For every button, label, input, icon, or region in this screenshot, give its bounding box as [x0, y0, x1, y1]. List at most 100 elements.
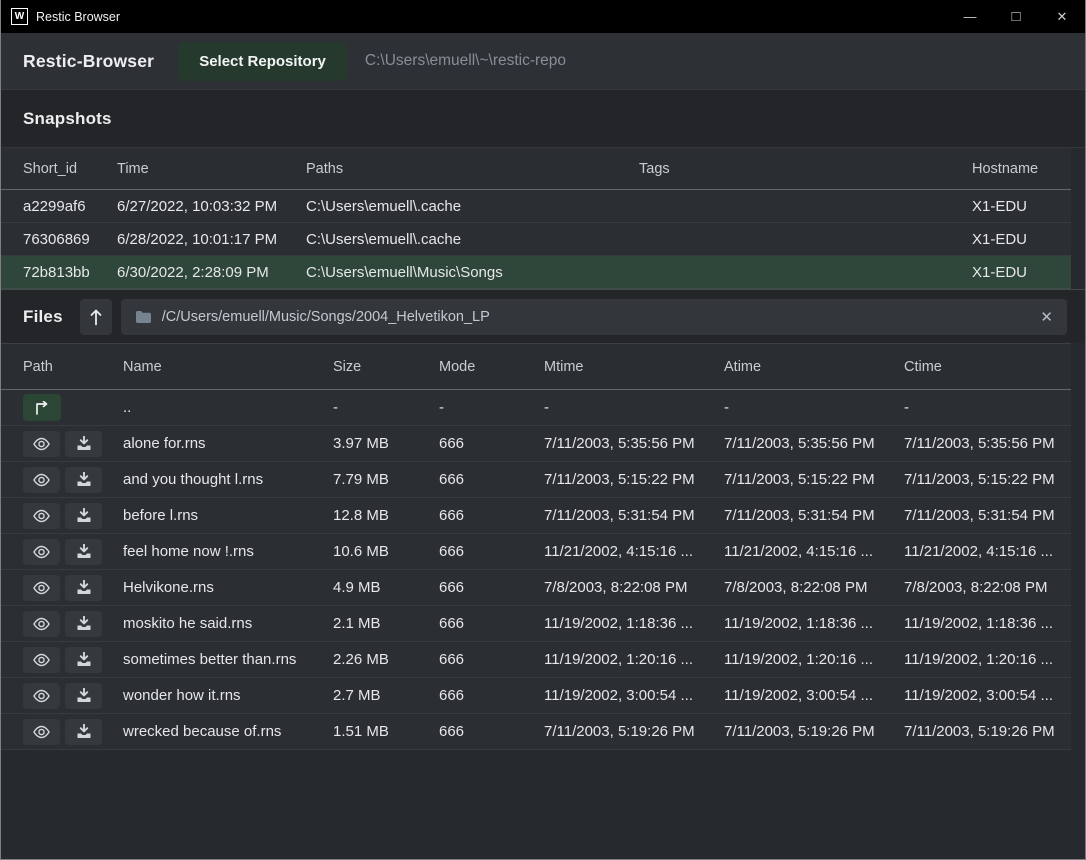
file-name: moskito he said.rns	[123, 615, 333, 632]
empty-area	[1, 750, 1085, 859]
file-mtime: 7/11/2003, 5:35:56 PM	[544, 435, 724, 452]
file-size: 2.7 MB	[333, 687, 439, 704]
eye-icon	[32, 437, 51, 451]
download-icon	[76, 580, 92, 595]
snapshot-time: 6/27/2022, 10:03:32 PM	[117, 198, 306, 215]
file-ctime: 7/11/2003, 5:35:56 PM	[904, 435, 1071, 452]
file-size: 2.26 MB	[333, 651, 439, 668]
col-header-hostname: Hostname	[972, 161, 1071, 177]
turn-right-arrow-icon	[34, 401, 51, 415]
maximize-button[interactable]: □	[993, 0, 1039, 33]
clear-path-button[interactable]: ✕	[1030, 308, 1053, 326]
file-atime: 7/11/2003, 5:15:22 PM	[724, 471, 904, 488]
snapshot-hostname: X1-EDU	[972, 264, 1071, 281]
col-header-path: Path	[1, 359, 123, 375]
download-file-button[interactable]	[65, 611, 102, 637]
preview-file-button[interactable]	[23, 539, 60, 565]
file-row[interactable]: alone for.rns 3.97 MB 666 7/11/2003, 5:3…	[1, 426, 1071, 462]
files-section-header: Files /C/Users/emuell/Music/Songs/2004_H…	[1, 289, 1085, 343]
file-ctime: 11/21/2002, 4:15:16 ...	[904, 543, 1071, 560]
preview-file-button[interactable]	[23, 611, 60, 637]
preview-file-button[interactable]	[23, 683, 60, 709]
file-name: Helvikone.rns	[123, 579, 333, 596]
snapshot-row[interactable]: 76306869 6/28/2022, 10:01:17 PM C:\Users…	[1, 223, 1071, 256]
snapshot-hostname: X1-EDU	[972, 231, 1071, 248]
download-file-button[interactable]	[65, 575, 102, 601]
file-atime: 7/11/2003, 5:31:54 PM	[724, 507, 904, 524]
download-icon	[76, 436, 92, 451]
preview-file-button[interactable]	[23, 719, 60, 745]
snapshots-table-header: Short_id Time Paths Tags Hostname	[1, 148, 1071, 190]
file-atime: -	[724, 399, 904, 416]
download-file-button[interactable]	[65, 503, 102, 529]
close-button[interactable]: ✕	[1039, 0, 1085, 33]
preview-file-button[interactable]	[23, 647, 60, 673]
select-repository-button[interactable]: Select Repository	[178, 42, 347, 81]
preview-file-button[interactable]	[23, 503, 60, 529]
current-path-text: /C/Users/emuell/Music/Songs/2004_Helveti…	[162, 309, 1031, 325]
download-file-button[interactable]	[65, 431, 102, 457]
open-parent-directory-button[interactable]	[23, 394, 61, 421]
file-name: feel home now !.rns	[123, 543, 333, 560]
preview-file-button[interactable]	[23, 575, 60, 601]
files-table-header: Path Name Size Mode Mtime Atime Ctime	[1, 343, 1071, 390]
eye-icon	[32, 725, 51, 739]
file-name: alone for.rns	[123, 435, 333, 452]
file-mode: 666	[439, 435, 544, 452]
current-path-bar[interactable]: /C/Users/emuell/Music/Songs/2004_Helveti…	[121, 299, 1067, 335]
file-size: 4.9 MB	[333, 579, 439, 596]
file-row[interactable]: wrecked because of.rns 1.51 MB 666 7/11/…	[1, 714, 1071, 750]
file-mtime: -	[544, 399, 724, 416]
file-row[interactable]: moskito he said.rns 2.1 MB 666 11/19/200…	[1, 606, 1071, 642]
download-file-button[interactable]	[65, 683, 102, 709]
download-file-button[interactable]	[65, 539, 102, 565]
file-row[interactable]: before l.rns 12.8 MB 666 7/11/2003, 5:31…	[1, 498, 1071, 534]
file-mtime: 7/11/2003, 5:31:54 PM	[544, 507, 724, 524]
file-row[interactable]: wonder how it.rns 2.7 MB 666 11/19/2002,…	[1, 678, 1071, 714]
snapshot-time: 6/30/2022, 2:28:09 PM	[117, 264, 306, 281]
arrow-up-icon	[89, 308, 103, 326]
download-icon	[76, 652, 92, 667]
file-row[interactable]: feel home now !.rns 10.6 MB 666 11/21/20…	[1, 534, 1071, 570]
download-file-button[interactable]	[65, 719, 102, 745]
file-atime: 7/11/2003, 5:19:26 PM	[724, 723, 904, 740]
eye-icon	[32, 617, 51, 631]
parent-directory-row[interactable]: .. - - - - -	[1, 390, 1071, 426]
file-ctime: 7/11/2003, 5:31:54 PM	[904, 507, 1071, 524]
file-size: 3.97 MB	[333, 435, 439, 452]
file-mode: 666	[439, 687, 544, 704]
file-name: ..	[123, 399, 333, 416]
eye-icon	[32, 545, 51, 559]
col-header-name: Name	[123, 359, 333, 375]
file-atime: 11/19/2002, 3:00:54 ...	[724, 687, 904, 704]
preview-file-button[interactable]	[23, 431, 60, 457]
file-row[interactable]: sometimes better than.rns 2.26 MB 666 11…	[1, 642, 1071, 678]
file-row[interactable]: and you thought l.rns 7.79 MB 666 7/11/2…	[1, 462, 1071, 498]
file-mode: 666	[439, 723, 544, 740]
file-ctime: 11/19/2002, 1:20:16 ...	[904, 651, 1071, 668]
files-title: Files	[23, 307, 63, 327]
snapshots-table: Short_id Time Paths Tags Hostname a2299a…	[1, 148, 1071, 289]
file-mode: 666	[439, 471, 544, 488]
go-up-button[interactable]	[80, 299, 112, 335]
snapshot-short-id: 76306869	[1, 231, 117, 248]
file-size: 12.8 MB	[333, 507, 439, 524]
snapshot-time: 6/28/2022, 10:01:17 PM	[117, 231, 306, 248]
file-name: wrecked because of.rns	[123, 723, 333, 740]
minimize-button[interactable]: —	[947, 0, 993, 33]
file-size: 1.51 MB	[333, 723, 439, 740]
download-file-button[interactable]	[65, 647, 102, 673]
snapshot-row[interactable]: a2299af6 6/27/2022, 10:03:32 PM C:\Users…	[1, 190, 1071, 223]
file-atime: 11/19/2002, 1:18:36 ...	[724, 615, 904, 632]
preview-file-button[interactable]	[23, 467, 60, 493]
file-atime: 7/8/2003, 8:22:08 PM	[724, 579, 904, 596]
col-header-short-id: Short_id	[1, 161, 117, 177]
eye-icon	[32, 473, 51, 487]
file-mtime: 7/8/2003, 8:22:08 PM	[544, 579, 724, 596]
file-row[interactable]: Helvikone.rns 4.9 MB 666 7/8/2003, 8:22:…	[1, 570, 1071, 606]
download-file-button[interactable]	[65, 467, 102, 493]
snapshot-row-selected[interactable]: 72b813bb 6/30/2022, 2:28:09 PM C:\Users\…	[1, 256, 1071, 289]
eye-icon	[32, 653, 51, 667]
file-name: and you thought l.rns	[123, 471, 333, 488]
title-bar: W Restic Browser — □ ✕	[1, 0, 1085, 33]
